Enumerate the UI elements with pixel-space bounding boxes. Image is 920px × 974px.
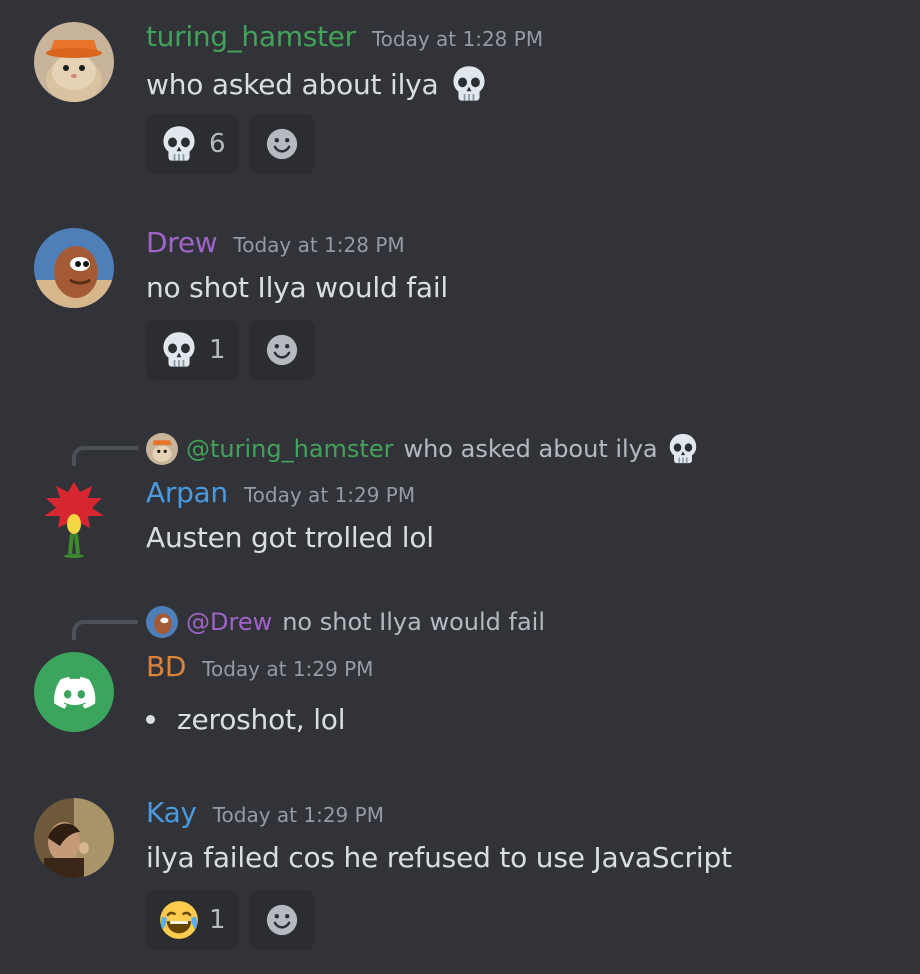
reaction-joy[interactable]: 1 <box>146 890 239 950</box>
smile-icon <box>265 903 299 937</box>
avatar-drew[interactable] <box>34 228 114 308</box>
username[interactable]: BD <box>146 650 186 683</box>
smile-icon <box>265 333 299 367</box>
reaction-skull[interactable]: 6 <box>146 114 239 174</box>
avatar-turing-hamster[interactable] <box>34 22 114 102</box>
avatar-kay[interactable] <box>34 798 114 878</box>
reactions: 1 <box>146 890 315 950</box>
reply-avatar <box>146 433 178 465</box>
skull-icon <box>449 64 489 104</box>
timestamp: Today at 1:29 PM <box>243 483 416 507</box>
bullet-point <box>146 715 155 724</box>
list-item: zeroshot, lol <box>177 703 346 736</box>
reactions: 1 <box>146 320 315 380</box>
reaction-skull[interactable]: 1 <box>146 320 239 380</box>
timestamp: Today at 1:28 PM <box>371 27 544 51</box>
reaction-count: 1 <box>209 335 226 365</box>
skull-icon <box>666 432 700 466</box>
add-reaction-button[interactable] <box>248 320 315 380</box>
timestamp: Today at 1:28 PM <box>233 233 405 257</box>
username[interactable]: Arpan <box>146 476 228 509</box>
timestamp: Today at 1:29 PM <box>212 803 384 827</box>
discord-logo-icon <box>54 676 96 709</box>
message-content: Austen got trolled lol <box>146 521 434 554</box>
reply-avatar <box>146 606 178 638</box>
reply-preview[interactable]: @Drew no shot Ilya would fail <box>146 606 545 638</box>
username[interactable]: turing_hamster <box>146 20 356 53</box>
message-content: ilya failed cos he refused to use JavaSc… <box>146 841 732 874</box>
reactions: 6 <box>146 114 315 174</box>
joy-icon <box>159 900 199 940</box>
message-content: no shot Ilya would fail <box>146 271 448 304</box>
username[interactable]: Kay <box>146 796 197 829</box>
skull-icon <box>159 124 199 164</box>
reaction-count: 1 <box>209 905 226 935</box>
reply-text: no shot Ilya would fail <box>282 608 546 636</box>
reply-mention[interactable]: @Drew <box>186 608 272 636</box>
avatar-bd[interactable] <box>34 652 114 732</box>
reply-preview[interactable]: @turing_hamster who asked about ilya <box>146 432 700 466</box>
message-text: who asked about ilya <box>146 67 439 101</box>
username[interactable]: Drew <box>146 226 218 259</box>
message-content: who asked about ilya <box>146 64 489 104</box>
avatar-arpan[interactable] <box>34 478 114 558</box>
reply-connector <box>72 446 138 466</box>
add-reaction-button[interactable] <box>248 890 315 950</box>
skull-icon <box>159 330 199 370</box>
message-content: zeroshot, lol <box>146 703 345 736</box>
smile-icon <box>265 127 299 161</box>
reply-mention[interactable]: @turing_hamster <box>186 435 393 463</box>
add-reaction-button[interactable] <box>248 114 315 174</box>
reply-connector <box>72 620 138 640</box>
timestamp: Today at 1:29 PM <box>202 657 374 681</box>
reaction-count: 6 <box>209 129 226 159</box>
reply-text: who asked about ilya <box>403 435 658 463</box>
